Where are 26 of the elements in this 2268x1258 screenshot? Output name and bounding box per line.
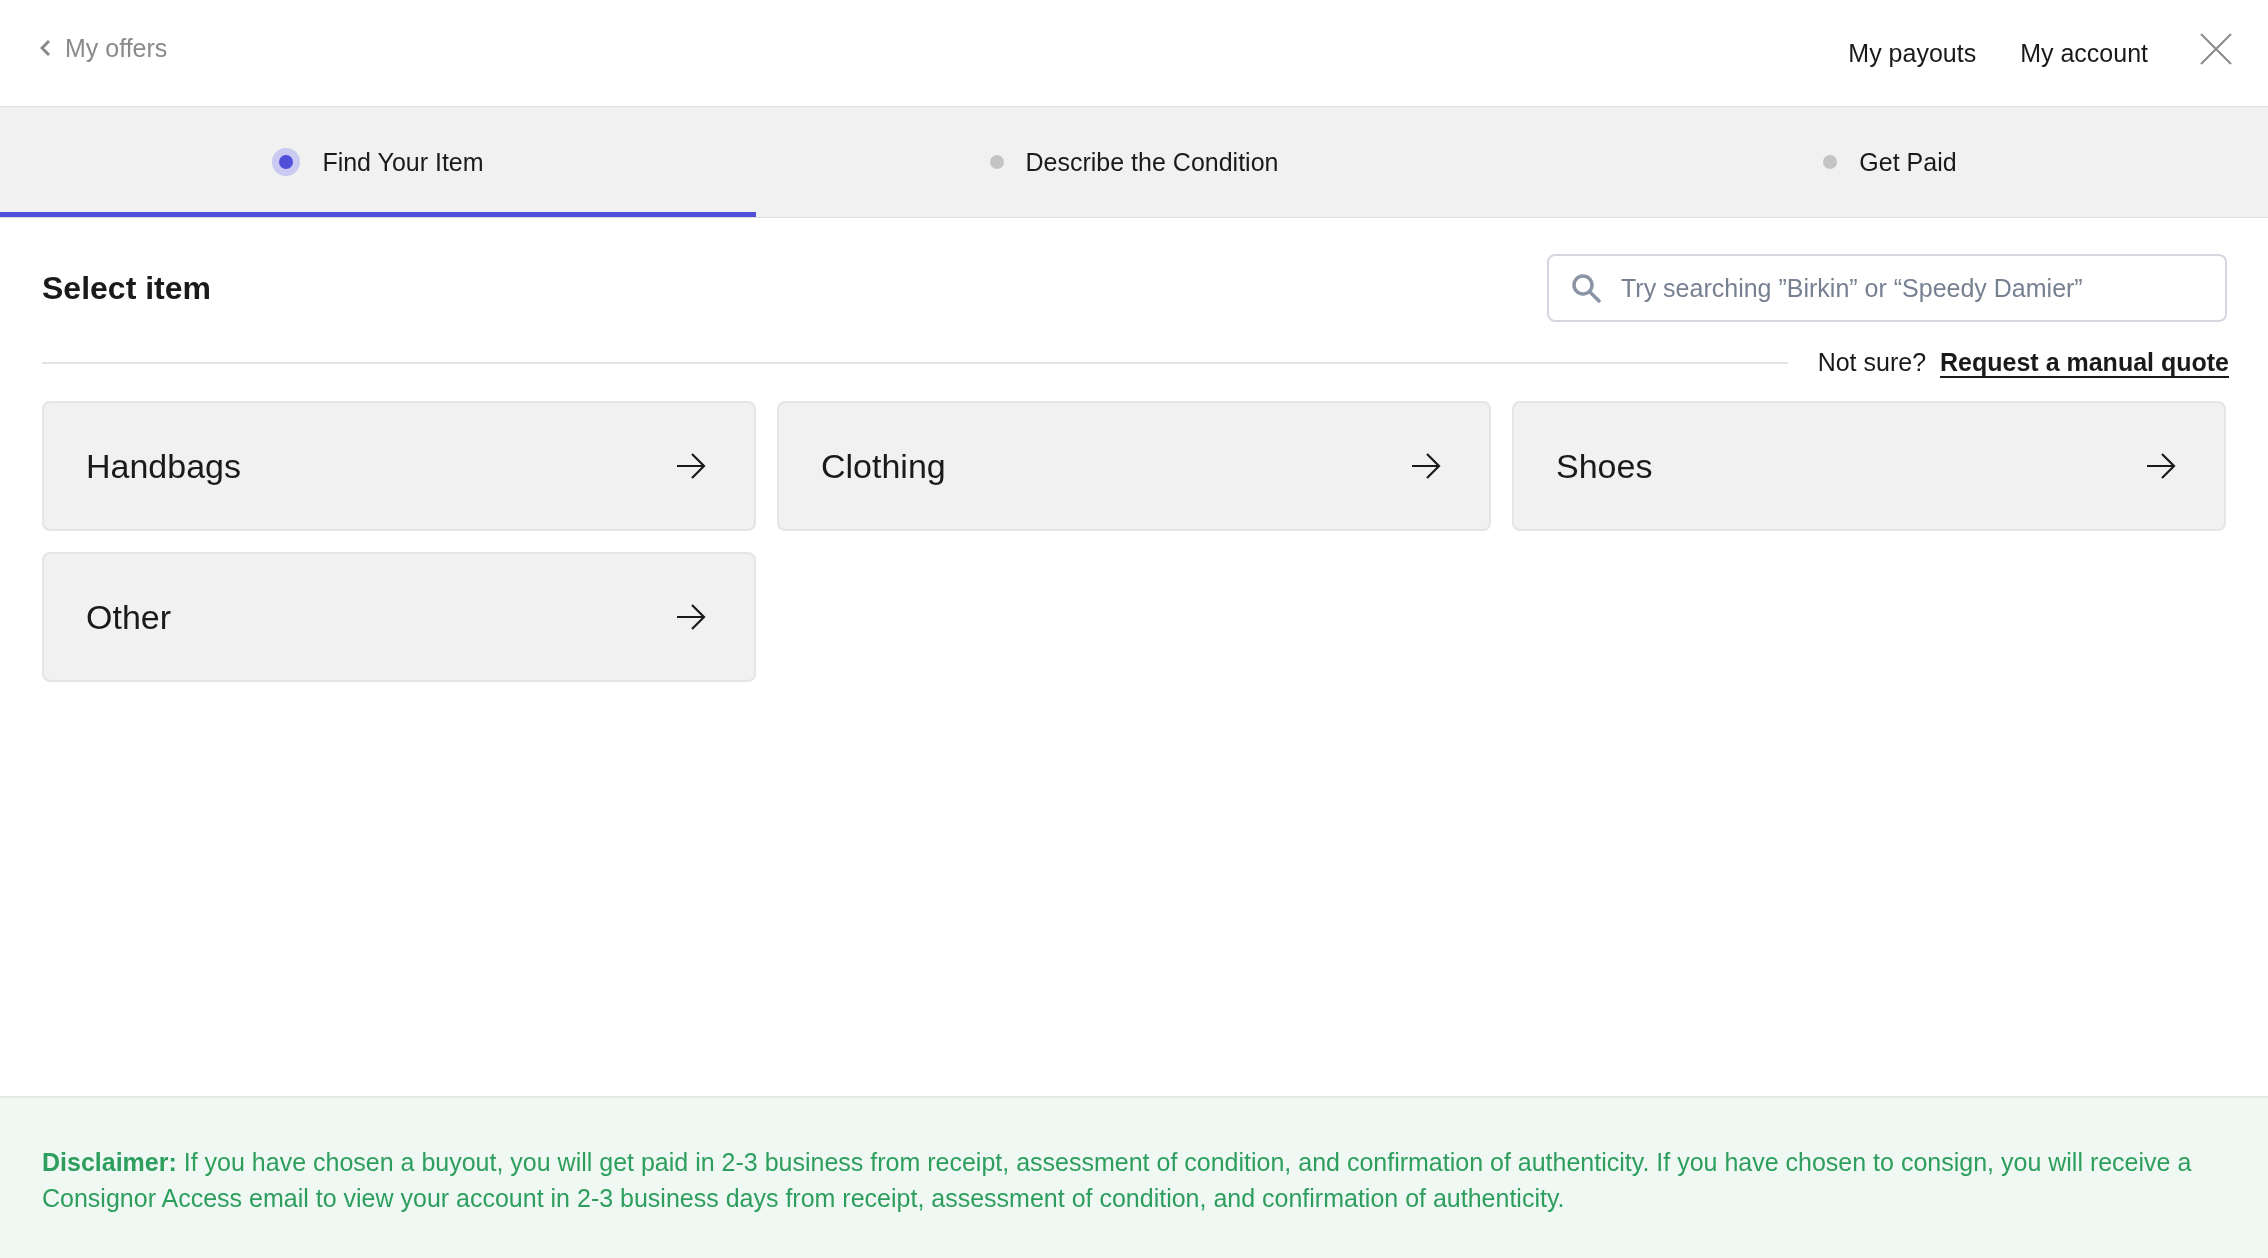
category-card[interactable]: Shoes: [1512, 401, 2226, 531]
step-label: Get Paid: [1859, 147, 1957, 177]
arrow-right-icon: [2146, 452, 2176, 480]
manual-quote-link[interactable]: Request a manual quote: [1940, 348, 2229, 377]
step-dot-icon: [989, 155, 1004, 169]
step-label: Find Your Item: [322, 147, 484, 177]
chevron-left-icon: [40, 39, 51, 57]
nav-link[interactable]: My account: [2020, 38, 2148, 68]
arrow-right-icon: [676, 603, 706, 631]
close-icon[interactable]: [2200, 33, 2232, 65]
step-tab[interactable]: Describe the Condition: [756, 107, 1512, 217]
step-label: Describe the Condition: [1025, 147, 1279, 177]
arrow-right-icon: [1411, 452, 1441, 480]
disclaimer-text: Disclaimer: If you have chosen a buyout, you will get paid in 2-3 business from receipt, assessment of condition, and confirmation of authenticity. If you have chosen to consign, you will receive a Consignor Access email to view your account in 2-3 business days from receipt, assessment of condition, and confirmation of authenticity.: [0, 1096, 2268, 1258]
category-card[interactable]: Other: [42, 552, 756, 682]
search-field[interactable]: Try searching ”Birkin” or “Speedy Damier”: [1547, 254, 2227, 322]
step-tab[interactable]: Get Paid: [1512, 107, 2268, 217]
category-card[interactable]: Handbags: [42, 401, 756, 531]
category-card[interactable]: Clothing: [777, 401, 1491, 531]
help-text: Not sure?: [1817, 348, 1927, 377]
step-dot-icon: [1823, 155, 1838, 169]
step-dot-icon: [272, 148, 301, 176]
step-tab[interactable]: Find Your Item: [0, 107, 756, 217]
nav-link[interactable]: My payouts: [1848, 38, 1977, 68]
arrow-right-icon: [676, 452, 706, 480]
page-heading: Select item: [42, 269, 211, 307]
